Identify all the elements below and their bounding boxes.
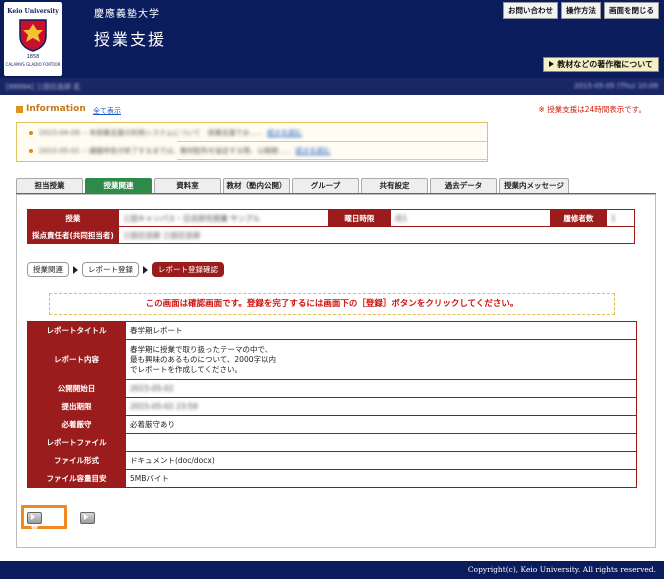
info-item-text: 2015-05-01 -- 課題申告が終了するまでは、教材配布を設定する際、公開…: [39, 147, 292, 155]
show-all-link[interactable]: 全て表示: [93, 106, 121, 116]
chevron-right-icon: [143, 265, 148, 274]
report-content-line: 春学期に授業で取り扱ったテーマの中で、: [130, 344, 273, 354]
university-name: 慶應義塾大学: [94, 9, 160, 20]
tab-course-related[interactable]: 授業関連: [85, 178, 152, 194]
strict-deadline-value: 必着厳守あり: [125, 415, 637, 434]
availability-note: ※ 授業支援は24時間表示です。: [538, 105, 646, 114]
report-file-value: [125, 433, 637, 452]
report-details-table: レポートタイトル 春学期レポート レポート内容 春学期に授業で取り扱ったテーマの…: [27, 321, 637, 488]
deadline-label: 提出期限: [27, 397, 126, 416]
tab-groups[interactable]: グループ: [292, 178, 359, 194]
report-file-label: レポートファイル: [27, 433, 126, 452]
table-row: 公開開始日 2015-05-02: [27, 379, 637, 398]
information-box: 2015-04-09 -- 本授業支援の利用システムについて 授業支援でお...…: [16, 122, 488, 162]
enrolled-count-value: 1: [605, 209, 636, 227]
tab-assigned-courses[interactable]: 担当授業: [16, 178, 83, 194]
login-datetime: 2015-05-05 (Thu) 10:09: [574, 82, 658, 90]
breadcrumb-report-confirm: レポート登録確認: [152, 262, 224, 277]
publish-start-label: 公開開始日: [27, 379, 126, 398]
user-info-bar: [99994] 三田日吉研 花 2015-05-05 (Thu) 10:09: [0, 78, 664, 95]
logo-title: Keio University: [7, 8, 59, 15]
register-button[interactable]: 登録: [27, 512, 42, 542]
information-title: Information: [26, 104, 86, 114]
information-heading: Information: [16, 104, 86, 114]
report-title-label: レポートタイトル: [27, 321, 126, 340]
chevron-right-icon: [73, 265, 78, 274]
file-format-value: ドキュメント(doc/docx): [125, 451, 637, 470]
read-more-link[interactable]: 続きを読む: [267, 128, 302, 138]
help-button[interactable]: 操作方法: [561, 2, 601, 19]
close-window-button[interactable]: 画面を閉じる: [604, 2, 659, 19]
course-info-table: 授業 三田キャンパス・日吉研究授業 サンプル 曜日時限 月1 履修者数 1 採点…: [27, 209, 636, 244]
logo-year: 1858: [26, 54, 40, 60]
deadline-value: 2015-05-02 23:59: [125, 397, 637, 416]
page-footer: Copyright(c), Keio University. All right…: [0, 561, 664, 579]
grader-label: 採点責任者(共同担当者): [27, 226, 119, 244]
breadcrumb-report-registration[interactable]: レポート登録: [82, 262, 139, 277]
back-button[interactable]: 戻る: [80, 512, 95, 542]
report-title-value: 春学期レポート: [125, 321, 637, 340]
register-button-label: 登録: [31, 524, 38, 542]
report-content-label: レポート内容: [27, 339, 126, 380]
report-content-line: 最も興味のあるものについて、2000字以内: [130, 354, 276, 364]
day-period-value: 月1: [389, 209, 551, 227]
report-content-line: でレポートを作成してください。: [130, 364, 243, 374]
confirmation-message: この画面は確認画面です。登録を完了するには画面下の［登録］ボタンをクリックしてく…: [49, 293, 615, 315]
breadcrumb: 授業関連 レポート登録 レポート登録確認: [27, 262, 224, 277]
page-header: Keio University 1858 CALAMVS GLADIO FORT…: [0, 0, 664, 78]
tab-materials[interactable]: 教材（塾内公開）: [223, 178, 290, 194]
publish-start-value: 2015-05-02: [125, 379, 637, 398]
divider: [177, 159, 487, 160]
tab-library[interactable]: 資料室: [154, 178, 221, 194]
file-format-label: ファイル形式: [27, 451, 126, 470]
system-title: 授業支援: [94, 30, 167, 49]
read-more-link[interactable]: 続きを読む: [296, 146, 331, 156]
file-size-label: ファイル容量目安: [27, 469, 126, 488]
enrolled-count-label: 履修者数: [549, 209, 607, 227]
info-item: 2015-04-09 -- 本授業支援の利用システムについて 授業支援でお...…: [29, 128, 302, 138]
info-item: 2015-05-01 -- 課題申告が終了するまでは、教材配布を設定する際、公開…: [29, 146, 331, 156]
table-row: ファイル容量目安 5MBバイト: [27, 469, 637, 488]
main-tabs: 担当授業 授業関連 資料室 教材（塾内公開） グループ 共有設定 過去データ 授…: [16, 178, 656, 194]
university-logo: Keio University 1858 CALAMVS GLADIO FORT…: [4, 2, 62, 76]
table-row: 必着厳守 必着厳守あり: [27, 415, 637, 434]
main-content: 授業 三田キャンパス・日吉研究授業 サンプル 曜日時限 月1 履修者数 1 採点…: [16, 194, 656, 548]
arrow-right-icon: [549, 61, 555, 67]
course-value: 三田キャンパス・日吉研究授業 サンプル: [117, 209, 329, 227]
bullet-icon: [29, 149, 33, 153]
back-button-label: 戻る: [84, 524, 91, 542]
info-item-text: 2015-04-09 -- 本授業支援の利用システムについて 授業支援でお...…: [39, 129, 264, 137]
tab-sharing-settings[interactable]: 共有設定: [361, 178, 428, 194]
table-row: ファイル形式 ドキュメント(doc/docx): [27, 451, 637, 470]
divider: [177, 141, 487, 142]
day-period-label: 曜日時限: [327, 209, 391, 227]
contact-button[interactable]: お問い合わせ: [503, 2, 558, 19]
user-id-text: [99994] 三田日吉研 花: [6, 83, 81, 91]
copyright-info-button[interactable]: 教材などの著作権について: [543, 57, 659, 72]
file-size-value: 5MBバイト: [125, 469, 637, 488]
copyright-info-label: 教材などの著作権について: [557, 60, 653, 69]
strict-deadline-label: 必着厳守: [27, 415, 126, 434]
bullet-icon: [29, 131, 33, 135]
shield-crest-icon: [19, 19, 47, 52]
course-label: 授業: [27, 209, 119, 227]
grader-value: 三田日吉研 三田日吉研: [117, 226, 636, 244]
tab-past-data[interactable]: 過去データ: [430, 178, 497, 194]
breadcrumb-course-related[interactable]: 授業関連: [27, 262, 69, 277]
table-row: レポートタイトル 春学期レポート: [27, 321, 637, 340]
report-content-value: 春学期に授業で取り扱ったテーマの中で、 最も興味のあるものについて、2000字以…: [125, 339, 637, 380]
logo-motto: CALAMVS GLADIO FORTIOR: [5, 62, 61, 67]
copyright-text: Copyright(c), Keio University. All right…: [467, 565, 656, 574]
tab-course-messages[interactable]: 授業内メッセージ: [499, 178, 569, 194]
play-icon: [31, 514, 35, 520]
table-row: レポートファイル: [27, 433, 637, 452]
header-buttons: お問い合わせ 操作方法 画面を閉じる: [503, 2, 659, 19]
square-bullet-icon: [16, 105, 23, 113]
table-row: 提出期限 2015-05-02 23:59: [27, 397, 637, 416]
play-icon: [84, 514, 88, 520]
table-row: レポート内容 春学期に授業で取り扱ったテーマの中で、 最も興味のあるものについて…: [27, 339, 637, 380]
